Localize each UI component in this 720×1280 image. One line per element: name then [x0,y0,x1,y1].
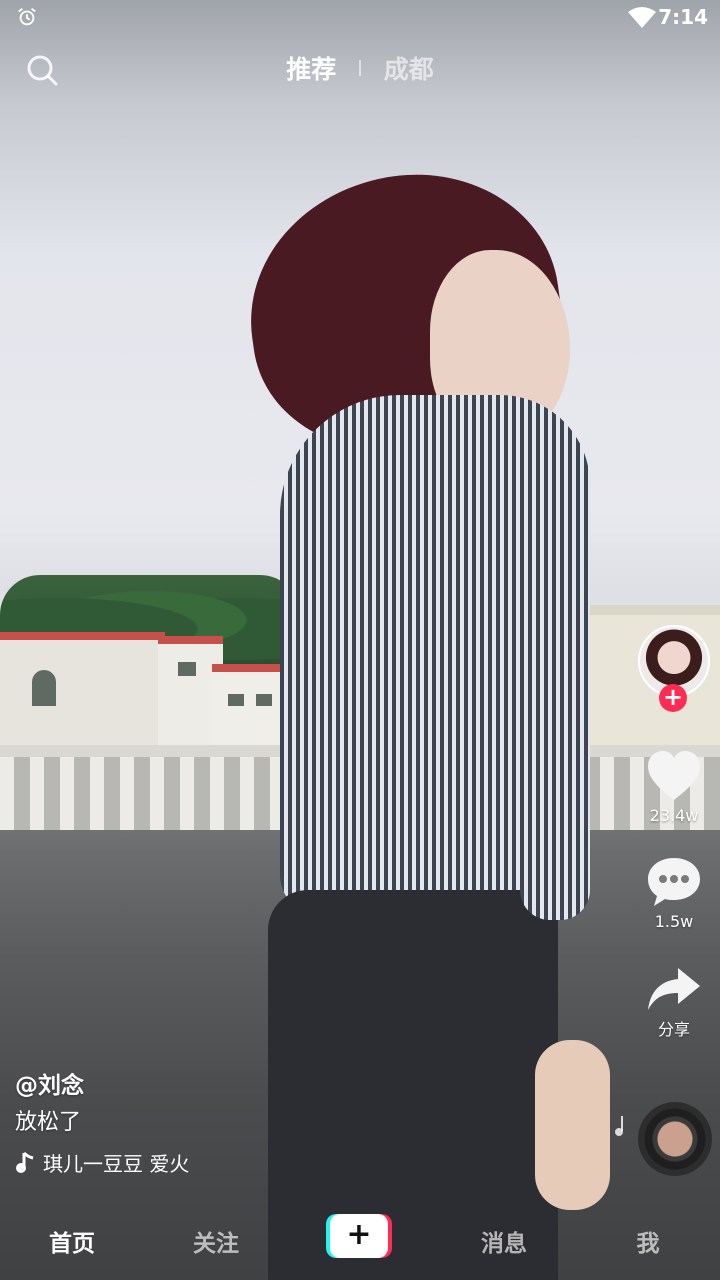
building [212,664,290,756]
nav-messages[interactable]: 消息 [454,1224,554,1258]
tab-local[interactable]: 成都 [384,50,434,86]
plus-icon[interactable]: + [330,1214,388,1258]
follow-button[interactable]: + [659,684,687,712]
nav-home[interactable]: 首页 [22,1224,122,1258]
tab-recommend[interactable]: 推荐 [286,50,336,86]
share-label: 分享 [657,1020,690,1039]
like-button[interactable]: 23.4w [634,750,714,825]
comment-icon[interactable] [646,856,702,908]
like-count: 23.4w [649,806,699,825]
nav-me[interactable]: 我 [598,1224,698,1258]
video-background[interactable] [0,0,720,1280]
create-button[interactable]: + [326,1214,392,1258]
person-hand [535,1040,610,1210]
building [0,632,165,755]
share-button[interactable]: 分享 [634,966,714,1040]
wifi-icon [628,7,656,28]
bottom-nav: 首页 关注 + 消息 我 [0,1204,720,1280]
status-bar: 7:14 [0,0,720,36]
heart-icon[interactable] [646,750,702,802]
comment-button[interactable]: 1.5w [634,856,714,931]
author-name[interactable]: @刘念 [15,1066,84,1100]
floating-note-icon [615,1116,623,1136]
music-note-icon [16,1151,34,1173]
music-disc-icon[interactable] [638,1102,712,1176]
author-avatar[interactable]: + [638,625,710,712]
status-time: 7:14 [658,5,708,29]
alarm-icon [18,8,36,26]
share-icon[interactable] [646,966,702,1012]
music-marquee[interactable]: 琪儿一豆豆 爱火 [15,1148,237,1178]
video-caption: 放松了 [15,1110,82,1135]
top-tabs: 推荐 成都 [0,50,720,86]
comment-count: 1.5w [654,912,694,931]
person-arm [520,600,590,920]
nav-following[interactable]: 关注 [166,1224,266,1258]
tab-divider [359,60,361,76]
music-title: 琪儿一豆豆 爱火 [43,1152,190,1176]
